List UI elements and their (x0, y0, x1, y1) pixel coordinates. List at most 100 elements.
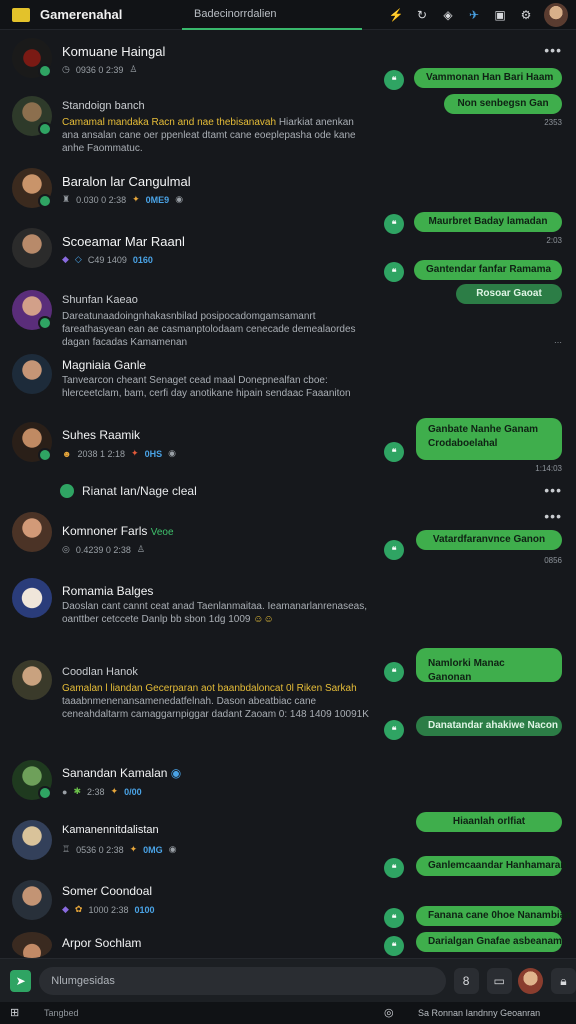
message-time: ⋯ (554, 338, 562, 347)
top-bar: Gamerenahal Badecinorrdalien ⚡ ↻ ◈ ✈ ▣ ⚙ (0, 0, 576, 30)
message-preview: Tanvearcon cheant Senaget cead maal Done… (62, 374, 372, 400)
preview-text: Daoslan cant cannt ceat anad Taenlanmait… (62, 601, 368, 625)
name-text: Komnoner Farls (62, 524, 148, 538)
emoji-icon: ◉ (168, 448, 176, 458)
message-bubble[interactable]: Vammonan Han Bari Haam (414, 68, 562, 88)
top-icon-group: ⚡ ↻ ◈ ✈ ▣ ⚙ (388, 3, 568, 27)
conversation-meta: ◆ ◇ C49 1409 0160 (62, 254, 153, 265)
composer-avatar[interactable] (517, 967, 543, 994)
conversation-row[interactable]: Arpor Sochlam ❝ Darialgan Gnafae asbeana… (0, 932, 576, 958)
camera-icon[interactable]: ▣ (492, 7, 508, 23)
castle-icon: ♖ (62, 844, 71, 854)
message-bubble[interactable]: Vatardfaranvnce Ganon (416, 530, 562, 550)
gamepad-icon[interactable]: ◈ (440, 7, 456, 23)
online-badge-icon (38, 448, 52, 462)
reply-button[interactable]: ❝ (384, 858, 404, 878)
conversation-meta: ◎ 0.4239 0 2:38 ♙ (62, 544, 145, 555)
verified-icon: ◉ (170, 766, 182, 780)
reply-button[interactable]: ❝ (384, 720, 404, 740)
message-bubble[interactable]: Darialgan Gnafae asbeanam (416, 932, 562, 952)
send-icon[interactable]: ➤ (10, 969, 32, 992)
preview-text: sendaac Faaaniton (265, 388, 351, 399)
conversation-row[interactable]: Romamia Balges Daoslan cant cannt ceat a… (0, 576, 576, 646)
name-text: Sanandan Kamalan (62, 766, 168, 780)
conversation-name: Standoign banch (62, 100, 145, 112)
meta-text: 0536 0 2:38 (76, 844, 124, 855)
home-icon[interactable]: ⊞ (10, 1006, 24, 1020)
settings-icon[interactable]: ⚙ (518, 7, 534, 23)
fire-icon: ✦ (129, 844, 138, 854)
avatar (12, 578, 52, 618)
conversation-row[interactable]: Suhes Raamik ☻ 2038 1 2:18 ✦ 0HS ◉ ❝ Ganbate… (0, 418, 576, 480)
game-icon: ♜ (62, 194, 71, 204)
conversation-row[interactable]: Komuane Haingal ◷ 0936 0 2:39 ♙ ••• ❝ Vamm… (0, 34, 576, 127)
smile-icon: ☻ (62, 448, 72, 459)
app-logo-icon[interactable] (12, 7, 30, 22)
conversation-meta: ● ✱ 2:38 ✦ 0/00 (62, 786, 142, 797)
reply-button[interactable]: ❝ (384, 540, 404, 560)
message-time: 1:14:03 (535, 464, 562, 473)
star-icon: ✱ (73, 786, 81, 796)
reply-button[interactable]: ❝ (384, 262, 404, 282)
app-title: Gamerenahal (40, 7, 123, 22)
avatar (12, 512, 52, 552)
conversation-meta: ◆ ✿ 1000 2:38 0100 (62, 904, 155, 915)
avatar (12, 932, 52, 958)
refresh-icon[interactable]: ↻ (414, 7, 430, 23)
tab-active[interactable]: Badecinorrdalien (182, 0, 362, 30)
conversation-row[interactable]: Standoign banch Camamal mandaka Racn and… (0, 94, 576, 160)
search-icon[interactable]: ◎ (384, 1006, 398, 1020)
meta-highlight: 0160 (132, 254, 153, 265)
conversation-name: Romamia Balges (62, 584, 154, 598)
user-icon: ♙ (136, 544, 145, 554)
conversation-name: Scoeamar Mar Raanl (62, 234, 185, 249)
more-options-icon[interactable]: ••• (544, 482, 562, 498)
avatar (12, 228, 52, 268)
reply-button[interactable]: ❝ (384, 70, 404, 90)
conversation-row[interactable]: Magniaia Ganle Tanvearcon cheant Senaget… (0, 352, 576, 416)
conversation-meta: ♖ 0536 0 2:38 ✦ 0MG ◉ (62, 844, 177, 855)
reply-button[interactable]: ❝ (384, 908, 404, 928)
conversation-row[interactable]: Sanandan Kamalan ◉ ● ✱ 2:38 ✦ 0/00 (0, 758, 576, 812)
conversation-row[interactable]: Komnoner Farls Veoe ◎ 0.4239 0 2:38 ♙ ••• … (0, 508, 576, 570)
message-input[interactable]: Nlumgesidas (39, 966, 446, 995)
lock-icon[interactable]: 🔒︎ (550, 967, 576, 994)
message-bubble[interactable]: Hiaanlah orlfiat (416, 812, 562, 832)
share-icon[interactable]: ✈ (466, 7, 482, 23)
message-bubble[interactable]: Namlorki Manac Ganonan (416, 648, 562, 683)
conversation-name: Komuane Haingal (62, 44, 166, 59)
clock-icon: ◷ (62, 64, 70, 74)
message-bubble[interactable]: Fanana cane 0hoe Nanambian (416, 906, 571, 926)
conversation-name: Coodlan Hanok (62, 666, 138, 678)
meta-text: 0.030 0 2:38 (76, 194, 127, 205)
online-badge-icon (38, 786, 52, 800)
message-bubble[interactable]: Ganlemcaandar Hanhamaran (416, 856, 566, 876)
status-right: Sa Ronnan Iandnny Geoanran (418, 1008, 541, 1018)
more-options-icon[interactable]: ••• (544, 508, 562, 524)
meta-text: C49 1409 (87, 254, 127, 265)
user-avatar[interactable] (544, 3, 568, 27)
conversation-row[interactable]: Somer Coondoal ◆ ✿ 1000 2:38 0100 ❝ Fanana … (0, 878, 576, 928)
conversation-row[interactable]: Kamanennitdalistan ♖ 0536 0 2:38 ✦ 0MG ◉ Hia… (0, 812, 576, 878)
message-bubble[interactable]: Gantendar fanfar Ramama (414, 260, 562, 280)
activity-icon[interactable]: ⚡ (388, 7, 404, 23)
controller-icon: ◆ (62, 254, 69, 264)
gif-icon[interactable]: ▭ (486, 967, 512, 994)
conversation-name: Komnoner Farls Veoe (62, 524, 174, 538)
conversation-row[interactable]: Shunfan Kaeao Dareatunaadoingnhakasnbila… (0, 288, 576, 350)
message-bubble[interactable]: Danatandar ahakiwe Nacon (416, 716, 562, 736)
message-bubble[interactable]: Ganbate Nanhe Ganam Crodaboelahal (416, 418, 562, 460)
reply-button[interactable]: ❝ (384, 936, 404, 956)
conversation-row[interactable]: Baralon lar Cangulmal ♜ 0.030 0 2:38 ✦ 0ME9… (0, 164, 576, 245)
reply-button[interactable]: ❝ (384, 442, 404, 462)
conversation-name: Shunfan Kaeao (62, 294, 138, 306)
reply-button[interactable]: ❝ (384, 662, 404, 682)
attach-icon[interactable]: 8 (453, 967, 479, 994)
more-options-icon[interactable]: ••• (544, 42, 562, 58)
message-preview: Dareatunaadoingnhakasnbilad posipocadomg… (62, 310, 372, 349)
online-badge-icon (38, 64, 52, 78)
emoji-icon: ☺☺ (253, 614, 274, 625)
conversation-row[interactable]: Coodlan Hanok Gamalan l liandan Gecerpar… (0, 648, 576, 754)
conversation-row[interactable]: Scoeamar Mar Raanl ◆ ◇ C49 1409 0160 ❝ Gant… (0, 226, 576, 304)
emoji-icon: ◉ (175, 194, 184, 204)
